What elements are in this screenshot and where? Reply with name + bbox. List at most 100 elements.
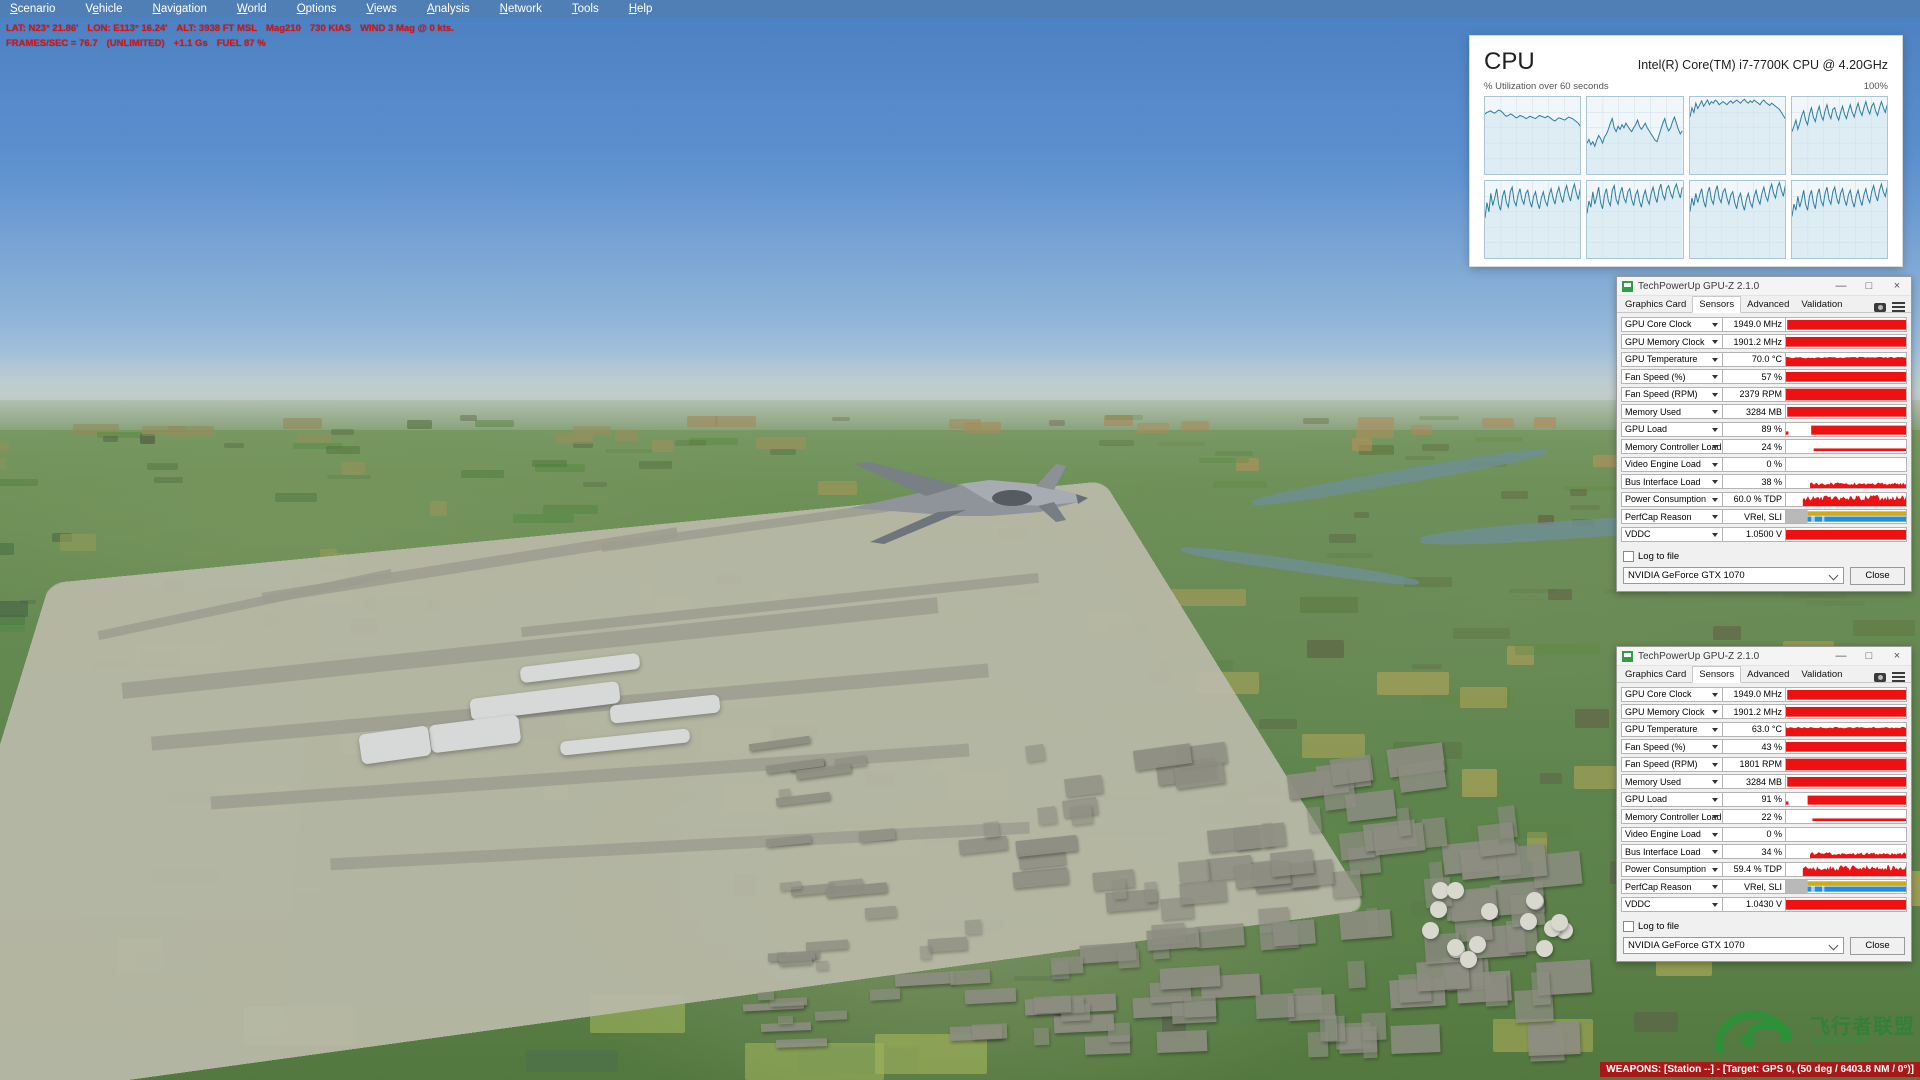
sensor-name-dropdown[interactable]: GPU Memory Clock — [1621, 334, 1723, 350]
menu-item-tools[interactable]: Tools — [557, 3, 614, 15]
sensor-name-dropdown[interactable]: Video Engine Load — [1621, 456, 1723, 472]
sensor-name-dropdown[interactable]: Memory Used — [1621, 774, 1723, 790]
terrain-patch — [1258, 718, 1297, 729]
sensor-row: Memory Used 3284 MB — [1621, 774, 1907, 791]
maximize-button[interactable]: □ — [1855, 277, 1883, 296]
building — [1527, 1020, 1581, 1056]
building — [919, 945, 931, 959]
tab-sensors[interactable]: Sensors — [1692, 666, 1742, 683]
sensor-name-dropdown[interactable]: VDDC — [1621, 526, 1723, 542]
gpuz-window-1[interactable]: TechPowerUp GPU-Z 2.1.0— □ × Graphics Card S… — [1616, 646, 1912, 962]
camera-icon[interactable] — [1874, 672, 1886, 682]
building — [1025, 743, 1046, 763]
checkbox-box[interactable] — [1623, 550, 1634, 562]
camera-icon[interactable] — [1874, 302, 1886, 312]
hud-field: Mag210 — [266, 23, 301, 34]
cpu-axis-label: % Utilization over 60 seconds — [1484, 81, 1609, 92]
sensor-name-dropdown[interactable]: Fan Speed (RPM) — [1621, 756, 1723, 772]
menu-item-vehicle[interactable]: Vehicle — [70, 3, 137, 15]
chevron-down-icon — [1712, 392, 1718, 397]
chevron-down-icon — [1712, 357, 1718, 362]
sensor-name-dropdown[interactable]: Fan Speed (%) — [1621, 369, 1723, 385]
tab-graphics-card[interactable]: Graphics Card — [1619, 297, 1692, 312]
minimize-button[interactable]: — — [1827, 277, 1855, 296]
tab-validation[interactable]: Validation — [1795, 297, 1848, 312]
gpuz-title-bar[interactable]: TechPowerUp GPU-Z 2.1.0 — □ × — [1617, 647, 1911, 666]
terrain-patch — [1410, 425, 1433, 436]
terrain-patch — [714, 416, 757, 427]
sensor-value: 0 % — [1723, 456, 1786, 472]
tab-validation[interactable]: Validation — [1795, 667, 1848, 682]
log-to-file-checkbox[interactable]: Log to file — [1623, 920, 1905, 932]
terrain-patch — [1351, 438, 1373, 452]
chevron-down-icon — [1712, 850, 1718, 855]
gpu-device-select[interactable]: NVIDIA GeForce GTX 1070 — [1623, 937, 1844, 954]
maximize-button[interactable]: □ — [1855, 647, 1883, 666]
sensor-name-dropdown[interactable]: VDDC — [1621, 896, 1723, 912]
sensor-name-dropdown[interactable]: GPU Core Clock — [1621, 316, 1723, 332]
gpuz-sensor-list: GPU Core Clock 1949.0 MHz GPU Memory Clock… — [1617, 683, 1911, 916]
tab-graphics-card[interactable]: Graphics Card — [1619, 667, 1692, 682]
tab-advanced[interactable]: Advanced — [1741, 667, 1795, 682]
sensor-value: 1.0500 V — [1723, 526, 1786, 542]
close-window-button[interactable]: × — [1883, 647, 1911, 666]
terrain-patch — [1356, 427, 1394, 438]
sensor-name-dropdown[interactable]: PerfCap Reason — [1621, 509, 1723, 525]
menu-item-navigation[interactable]: Navigation — [138, 3, 222, 15]
menu-item-views[interactable]: Views — [351, 3, 411, 15]
sensor-name-dropdown[interactable]: Bus Interface Load — [1621, 474, 1723, 490]
sensor-history-graph — [1786, 721, 1907, 737]
menu-icon[interactable] — [1892, 302, 1905, 312]
sensor-history-graph — [1786, 351, 1907, 367]
gpuz-window-0[interactable]: TechPowerUp GPU-Z 2.1.0— □ × Graphics Card S… — [1616, 276, 1912, 592]
terrain-patch — [0, 615, 26, 626]
gpuz-tab-strip[interactable]: Graphics Card Sensors Advanced Validation — [1617, 296, 1911, 313]
menu-item-scenario[interactable]: Scenario — [0, 3, 70, 15]
sensor-name-dropdown[interactable]: GPU Load — [1621, 791, 1723, 807]
gpuz-tab-strip[interactable]: Graphics Card Sensors Advanced Validation — [1617, 666, 1911, 683]
sensor-name-dropdown[interactable]: GPU Load — [1621, 421, 1723, 437]
close-button[interactable]: Close — [1850, 936, 1905, 955]
close-window-button[interactable]: × — [1883, 277, 1911, 296]
menu-item-world[interactable]: World — [222, 3, 282, 15]
gpuz-window-title: TechPowerUp GPU-Z 2.1.0 — [1638, 650, 1760, 662]
sensor-name-dropdown[interactable]: GPU Memory Clock — [1621, 704, 1723, 720]
sensor-name-dropdown[interactable]: Bus Interface Load — [1621, 844, 1723, 860]
sensor-name-dropdown[interactable]: Power Consumption — [1621, 861, 1723, 877]
sensor-name-dropdown[interactable]: Video Engine Load — [1621, 826, 1723, 842]
menu-item-options[interactable]: Options — [282, 3, 352, 15]
building — [1421, 816, 1449, 849]
menu-item-help[interactable]: Help — [614, 3, 668, 15]
menu-icon[interactable] — [1892, 672, 1905, 682]
cpu-core-graph-6 — [1688, 180, 1786, 259]
gpuz-title-bar[interactable]: TechPowerUp GPU-Z 2.1.0 — □ × — [1617, 277, 1911, 296]
sensor-name-dropdown[interactable]: Fan Speed (RPM) — [1621, 386, 1723, 402]
minimize-button[interactable]: — — [1827, 647, 1855, 666]
terrain-patch — [965, 421, 1002, 434]
sensor-name-dropdown[interactable]: GPU Temperature — [1621, 721, 1723, 737]
sensor-name-dropdown[interactable]: Fan Speed (%) — [1621, 739, 1723, 755]
sensor-history-graph — [1786, 474, 1907, 490]
tab-sensors[interactable]: Sensors — [1692, 296, 1742, 313]
application-menu-bar[interactable]: Scenario Vehicle Navigation World Options Vie… — [0, 0, 1920, 17]
sensor-value: 3284 MB — [1723, 774, 1786, 790]
tab-advanced[interactable]: Advanced — [1741, 297, 1795, 312]
menu-item-analysis[interactable]: Analysis — [412, 3, 485, 15]
menu-item-network[interactable]: Network — [485, 3, 557, 15]
sensor-name-dropdown[interactable]: GPU Temperature — [1621, 351, 1723, 367]
sensor-name-dropdown[interactable]: Memory Used — [1621, 404, 1723, 420]
sensor-name-dropdown[interactable]: Memory Controller Load — [1621, 439, 1723, 455]
terrain-patch — [1421, 444, 1450, 451]
sensor-name-dropdown[interactable]: Power Consumption — [1621, 491, 1723, 507]
terrain-patch — [1353, 511, 1369, 519]
log-to-file-checkbox[interactable]: Log to file — [1623, 550, 1905, 562]
terrain-patch — [1782, 592, 1848, 598]
sensor-name-dropdown[interactable]: Memory Controller Load — [1621, 809, 1723, 825]
sensor-value: 1801 RPM — [1723, 756, 1786, 772]
gpu-device-select[interactable]: NVIDIA GeForce GTX 1070 — [1623, 567, 1844, 584]
sensor-history-graph — [1786, 369, 1907, 385]
sensor-name-dropdown[interactable]: GPU Core Clock — [1621, 686, 1723, 702]
sensor-name-dropdown[interactable]: PerfCap Reason — [1621, 879, 1723, 895]
close-button[interactable]: Close — [1850, 566, 1905, 585]
checkbox-box[interactable] — [1623, 920, 1634, 932]
